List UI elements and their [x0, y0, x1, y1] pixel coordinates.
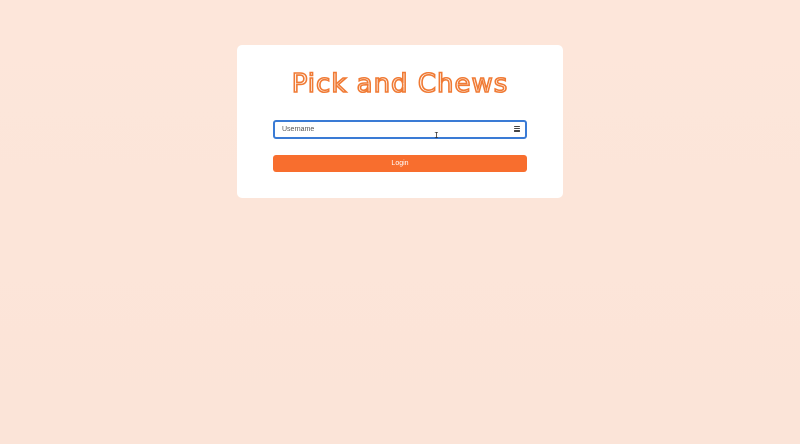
logo: Pick and Chews: [291, 68, 509, 100]
username-input[interactable]: [275, 122, 525, 137]
login-button[interactable]: Login: [273, 155, 527, 172]
username-field[interactable]: [273, 120, 527, 139]
autofill-menu-icon[interactable]: [514, 126, 520, 132]
login-card: Pick and Chews I Login: [237, 45, 563, 198]
text-cursor-icon: I: [434, 131, 439, 140]
